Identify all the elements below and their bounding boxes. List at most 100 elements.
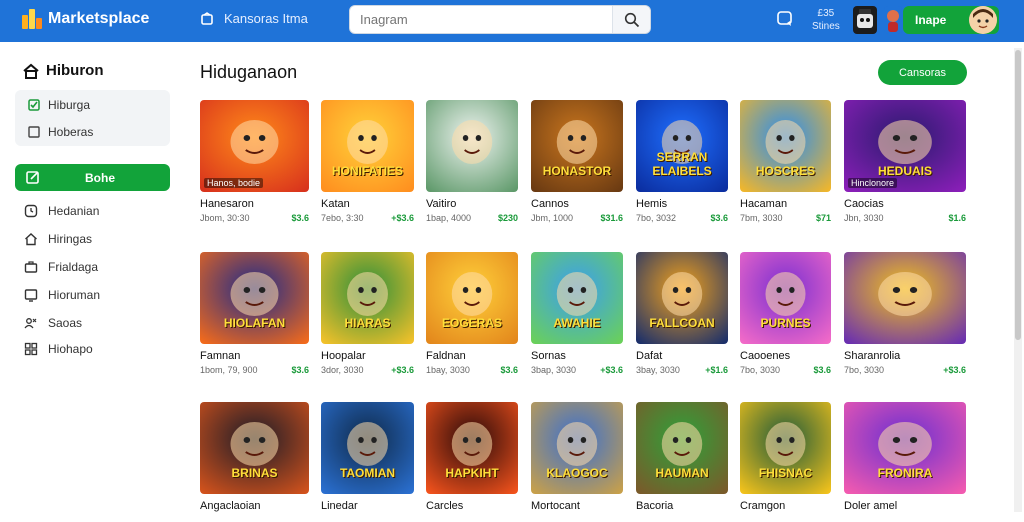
product-thumbnail[interactable]: HIOLAFAN — [200, 252, 309, 344]
product-card[interactable]: HIOLAFAN Famnan 1bom, 79, 900 $3.6 — [200, 252, 309, 375]
product-card[interactable]: Sharanrolia 7bo, 3030 +$3.6 — [844, 252, 966, 375]
product-card[interactable]: PURNES Caooenes 7bo, 3030 $3.6 — [740, 252, 831, 375]
product-meta: 7bm, 3030 — [740, 213, 783, 223]
product-thumbnail[interactable]: KLAOGOC — [531, 402, 623, 494]
product-title[interactable]: Mortocant — [531, 500, 580, 512]
scrollbar[interactable] — [1014, 48, 1022, 512]
product-title[interactable]: Carcles — [426, 500, 463, 512]
product-card[interactable]: HONIFATIES Katan 7ebo, 3:30 +$3.6 — [321, 100, 414, 223]
search-bar — [349, 5, 651, 34]
product-thumbnail[interactable]: EOGERAS — [426, 252, 518, 344]
product-meta: 7bo, 3030 — [740, 365, 781, 375]
product-thumbnail[interactable]: FRONIRA — [844, 402, 966, 494]
product-title[interactable]: Bacoria — [636, 500, 673, 512]
product-title[interactable]: Famnan — [200, 350, 240, 362]
product-thumbnail[interactable]: FALLCOAN — [636, 252, 728, 344]
user-avatar-small[interactable] — [884, 6, 902, 34]
sidebar-filter-item[interactable]: Hiburga — [28, 98, 90, 112]
product-meta: 7bo, 3032 — [636, 213, 677, 223]
product-title[interactable]: Katan — [321, 198, 350, 210]
logo[interactable]: Marketsplace — [22, 9, 149, 29]
product-thumbnail[interactable]: HAPKIHT — [426, 402, 518, 494]
sidebar-item-hioruman[interactable]: Hioruman — [24, 288, 100, 302]
product-card[interactable]: FHISNAC Cramgon — [740, 402, 831, 522]
product-thumbnail[interactable]: HONIFATIES — [321, 100, 414, 192]
product-thumbnail[interactable]: SERRAN ELAIBELS — [636, 100, 728, 192]
product-title[interactable]: Sharanrolia — [844, 350, 900, 362]
user-avatar-bot[interactable] — [853, 6, 877, 34]
search-icon — [624, 12, 639, 27]
product-title[interactable]: Dafat — [636, 350, 662, 362]
sidebar-filter-card: Hiburga Hoberas — [15, 90, 170, 146]
product-title[interactable]: Hoopalar — [321, 350, 366, 362]
product-thumbnail[interactable]: Hanos, bodie — [200, 100, 309, 192]
grid-icon — [24, 342, 38, 356]
product-thumbnail[interactable]: FHISNAC — [740, 402, 831, 494]
logo-icon — [22, 9, 42, 29]
product-title[interactable]: Sornas — [531, 350, 566, 362]
sidebar-item-hedanian[interactable]: Hedanian — [24, 204, 99, 218]
product-title[interactable]: Hemis — [636, 198, 667, 210]
product-card[interactable]: FRONIRA Doler amel — [844, 402, 966, 522]
product-title[interactable]: Caooenes — [740, 350, 790, 362]
product-thumbnail[interactable]: HOSCRES — [740, 100, 831, 192]
product-title[interactable]: Linedar — [321, 500, 358, 512]
product-title[interactable]: Angaclaoian — [200, 500, 261, 512]
product-card[interactable]: Hanos, bodie Hanesaron Jbom, 30:30 $3.6 — [200, 100, 309, 223]
product-title[interactable]: Hanesaron — [200, 198, 254, 210]
sidebar-item-frialdaga[interactable]: Frialdaga — [24, 260, 98, 274]
sidebar-filter-item[interactable]: Hoberas — [28, 125, 93, 139]
product-tag: Hinclonore — [848, 178, 898, 188]
product-card[interactable]: FALLCOAN Dafat 3bay, 3030 +$1.6 — [636, 252, 728, 375]
product-card[interactable]: SERRAN ELAIBELS Hemis 7bo, 3032 $3.6 — [636, 100, 728, 223]
product-card[interactable]: EOGERAS Faldnan 1bay, 3030 $3.6 — [426, 252, 518, 375]
product-title[interactable]: Caocias — [844, 198, 884, 210]
notifications-button[interactable] — [776, 10, 794, 33]
product-card[interactable]: BRINAS Angaclaoian — [200, 402, 309, 522]
product-thumbnail[interactable] — [426, 100, 518, 192]
product-meta: Jbm, 1000 — [531, 213, 574, 223]
product-thumbnail[interactable]: HIARAS — [321, 252, 414, 344]
product-card[interactable]: KLAOGOC Mortocant — [531, 402, 623, 522]
top-cta-button[interactable]: Inape — [903, 6, 999, 34]
product-card[interactable]: TAOMIAN Linedar — [321, 402, 414, 522]
search-input[interactable] — [350, 12, 612, 27]
game-art-icon — [636, 100, 728, 192]
sidebar-item-saoas[interactable]: Saoas — [24, 316, 82, 330]
product-card[interactable]: HOSCRES Hacaman 7bm, 3030 $71 — [740, 100, 831, 223]
product-card[interactable]: HEDUAIS Hinclonore Caocias Jbn, 3030 $1.6 — [844, 100, 966, 223]
product-title[interactable]: Faldnan — [426, 350, 466, 362]
game-art-icon — [531, 100, 623, 192]
product-thumbnail[interactable]: TAOMIAN — [321, 402, 414, 494]
search-button[interactable] — [612, 6, 650, 33]
product-card[interactable]: AWAHIE Sornas 3bap, 3030 +$3.6 — [531, 252, 623, 375]
product-card[interactable]: Vaitiro 1bap, 4000 $230 — [426, 100, 518, 223]
product-thumbnail[interactable]: HONASTOR — [531, 100, 623, 192]
nav-home-link[interactable]: Kansoras Itma — [200, 11, 308, 26]
product-thumbnail[interactable]: HAUMAN — [636, 402, 728, 494]
product-title[interactable]: Cannos — [531, 198, 569, 210]
scrollbar-thumb[interactable] — [1015, 50, 1021, 340]
sidebar-item-hiohapo[interactable]: Hiohapo — [24, 342, 93, 356]
product-art-title: HAUMAN — [655, 466, 709, 480]
product-thumbnail[interactable] — [844, 252, 966, 344]
product-thumbnail[interactable]: HEDUAIS Hinclonore — [844, 100, 966, 192]
product-thumbnail[interactable]: AWAHIE — [531, 252, 623, 344]
product-art-title: HOSCRES — [755, 164, 816, 178]
product-title[interactable]: Doler amel — [844, 500, 897, 512]
primary-action-label: Cansoras — [898, 66, 947, 79]
product-card[interactable]: HONASTOR Cannos Jbm, 1000 $31.6 — [531, 100, 623, 223]
product-card[interactable]: HAUMAN Bacoria — [636, 402, 728, 522]
product-card[interactable]: HAPKIHT Carcles — [426, 402, 518, 522]
product-thumbnail[interactable]: BRINAS — [200, 402, 309, 494]
product-title[interactable]: Hacaman — [740, 198, 787, 210]
product-art-title: FALLCOAN — [649, 316, 715, 330]
product-card[interactable]: HIARAS Hoopalar 3dor, 3030 +$3.6 — [321, 252, 414, 375]
sidebar-item-hiringas[interactable]: Hiringas — [24, 232, 92, 246]
product-title[interactable]: Cramgon — [740, 500, 785, 512]
product-price: +$3.6 — [391, 213, 414, 223]
product-title[interactable]: Vaitiro — [426, 198, 456, 210]
primary-action-button[interactable]: Cansoras — [878, 60, 967, 85]
sidebar-item-active[interactable]: Bohe — [15, 164, 170, 191]
product-thumbnail[interactable]: PURNES — [740, 252, 831, 344]
